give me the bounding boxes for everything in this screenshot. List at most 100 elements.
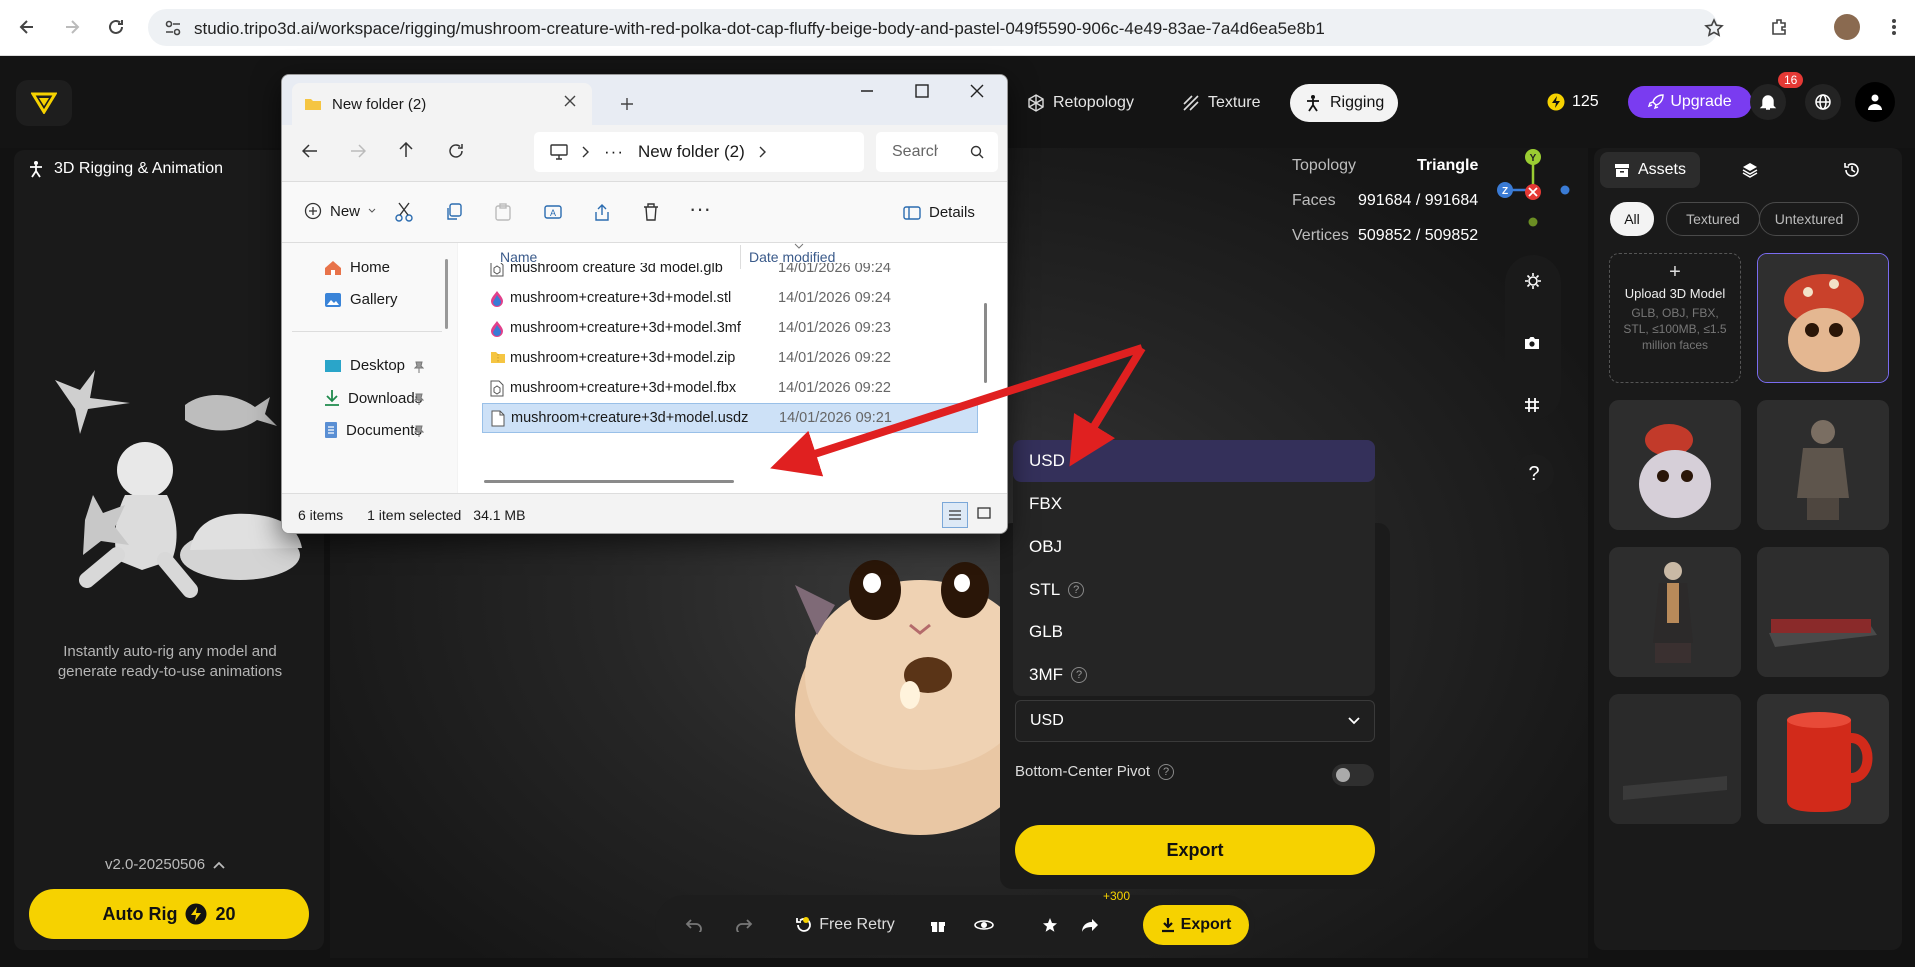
- user-avatar-icon[interactable]: [1855, 82, 1895, 122]
- share-icon[interactable]: [1075, 895, 1105, 955]
- copy-icon[interactable]: [445, 203, 463, 221]
- tripo-logo[interactable]: [16, 80, 72, 126]
- sidebar-item-desktop[interactable]: Desktop: [324, 357, 405, 374]
- asset-thumbnail[interactable]: [1757, 400, 1889, 530]
- format-option-usd[interactable]: USD: [1013, 440, 1375, 482]
- format-option-3mf[interactable]: 3MF?: [1013, 654, 1375, 696]
- back-icon[interactable]: [12, 12, 42, 42]
- pin-icon[interactable]: [414, 425, 424, 437]
- globe-icon[interactable]: [1805, 84, 1841, 120]
- asset-thumbnail[interactable]: [1757, 547, 1889, 677]
- tab-texture[interactable]: Texture: [1168, 84, 1274, 122]
- format-option-glb[interactable]: GLB: [1013, 611, 1375, 653]
- tab-assets[interactable]: Assets: [1600, 152, 1700, 188]
- list-scrollbar[interactable]: [984, 303, 987, 383]
- notification-bell-icon[interactable]: [1750, 84, 1786, 120]
- export-button[interactable]: Export: [1015, 825, 1375, 875]
- gift-icon[interactable]: [923, 895, 953, 955]
- explorer-search[interactable]: Search: [876, 132, 998, 172]
- close-window-icon[interactable]: [970, 84, 984, 98]
- filter-untextured[interactable]: Untextured: [1759, 202, 1859, 236]
- tab-layers[interactable]: [1720, 152, 1780, 188]
- credits-counter[interactable]: 125: [1547, 84, 1599, 120]
- format-option-stl[interactable]: STL?: [1013, 569, 1375, 611]
- tiles-view-icon[interactable]: [977, 507, 991, 519]
- undo-icon[interactable]: [679, 895, 709, 955]
- filter-textured[interactable]: Textured: [1666, 202, 1760, 236]
- axis-gizmo[interactable]: Y Z: [1495, 148, 1570, 228]
- list-item-selected[interactable]: mushroom+creature+3d+model.usdz 14/01/20…: [482, 403, 978, 433]
- up-arrow-icon[interactable]: [398, 142, 414, 158]
- list-item[interactable]: mushroom+creature+3d+model.zip 14/01/202…: [482, 343, 978, 373]
- sidebar-item-documents[interactable]: Documents: [324, 421, 422, 439]
- pivot-toggle[interactable]: [1332, 764, 1374, 786]
- close-tab-icon[interactable]: [564, 95, 576, 107]
- more-path-icon[interactable]: ···: [604, 142, 624, 162]
- help-circle-icon[interactable]: ?: [1071, 667, 1087, 683]
- upgrade-button[interactable]: Upgrade: [1628, 86, 1752, 118]
- back-arrow-icon[interactable]: [302, 143, 318, 159]
- asset-thumbnail[interactable]: [1609, 547, 1741, 677]
- url-text[interactable]: studio.tripo3d.ai/workspace/rigging/mush…: [194, 19, 1325, 39]
- site-settings-icon[interactable]: [164, 19, 182, 37]
- help-circle-icon[interactable]: ?: [1158, 763, 1175, 780]
- format-option-fbx[interactable]: FBX: [1013, 483, 1375, 525]
- camera-icon[interactable]: [1524, 335, 1540, 351]
- list-item[interactable]: mushroom+creature+3d+model.fbx 14/01/202…: [482, 373, 978, 403]
- pin-icon[interactable]: [414, 361, 424, 373]
- list-item[interactable]: mushroom+creature+3d+model.stl 14/01/202…: [482, 283, 978, 313]
- sidebar-item-gallery[interactable]: Gallery: [324, 291, 398, 308]
- auto-rig-button[interactable]: Auto Rig 20: [29, 889, 309, 939]
- reload-icon[interactable]: [101, 12, 131, 42]
- address-bar[interactable]: studio.tripo3d.ai/workspace/rigging/mush…: [148, 9, 1724, 46]
- asset-thumbnail[interactable]: [1757, 694, 1889, 824]
- asset-thumbnail[interactable]: [1609, 694, 1741, 824]
- help-circle-icon[interactable]: ?: [1068, 582, 1085, 598]
- new-button[interactable]: New: [304, 202, 376, 220]
- star-icon[interactable]: [1035, 895, 1065, 955]
- asset-thumbnail[interactable]: [1757, 253, 1889, 383]
- tab-rigging[interactable]: Rigging: [1290, 84, 1399, 122]
- cut-icon[interactable]: [395, 202, 413, 222]
- details-button[interactable]: Details: [903, 204, 975, 221]
- version-selector[interactable]: v2.0-20250506: [105, 856, 225, 873]
- asset-thumbnail[interactable]: [1609, 400, 1741, 530]
- tab-retopology[interactable]: Retopology: [1013, 84, 1148, 122]
- upload-3d-model[interactable]: + Upload 3D Model GLB, OBJ, FBX, STL, ≤1…: [1609, 253, 1741, 383]
- paste-icon[interactable]: [494, 203, 512, 221]
- grid-icon[interactable]: [1524, 397, 1540, 413]
- maximize-icon[interactable]: [915, 84, 929, 98]
- profile-avatar[interactable]: [1834, 14, 1860, 40]
- sidebar-item-downloads[interactable]: Downloads: [324, 389, 422, 407]
- forward-icon[interactable]: [57, 12, 87, 42]
- ar-view-icon[interactable]: [969, 895, 999, 955]
- lighting-icon[interactable]: [1524, 272, 1542, 290]
- sidebar-item-home[interactable]: Home: [324, 259, 390, 276]
- rename-icon[interactable]: A: [544, 203, 562, 221]
- help-icon[interactable]: ?: [1514, 454, 1554, 494]
- more-options-icon[interactable]: ···: [689, 196, 711, 222]
- extensions-icon[interactable]: [1764, 12, 1794, 42]
- delete-icon[interactable]: [643, 203, 659, 221]
- sidebar-scrollbar[interactable]: [445, 259, 448, 329]
- share-icon[interactable]: [593, 203, 611, 221]
- explorer-tab[interactable]: New folder (2): [292, 83, 592, 125]
- list-item[interactable]: mushroom+creature+3d+model.3mf 14/01/202…: [482, 313, 978, 343]
- details-view-icon[interactable]: [942, 502, 968, 528]
- free-retry-button[interactable]: Free Retry: [790, 895, 900, 955]
- tab-history[interactable]: [1822, 152, 1882, 188]
- pin-icon[interactable]: [414, 393, 424, 405]
- minimize-icon[interactable]: [860, 89, 874, 93]
- format-option-obj[interactable]: OBJ: [1013, 526, 1375, 568]
- redo-icon[interactable]: [729, 895, 759, 955]
- refresh-icon[interactable]: [448, 143, 464, 159]
- list-item[interactable]: mushroom creature 3d model.glb 14/01/202…: [482, 263, 978, 283]
- address-path[interactable]: ··· New folder (2): [534, 132, 864, 172]
- format-select[interactable]: USD: [1015, 700, 1375, 742]
- filter-all[interactable]: All: [1610, 202, 1654, 236]
- new-tab-icon[interactable]: [620, 97, 634, 111]
- bookmark-star-icon[interactable]: [1704, 18, 1724, 38]
- forward-arrow-icon[interactable]: [350, 143, 366, 159]
- horizontal-scrollbar[interactable]: [484, 480, 734, 483]
- browser-menu-icon[interactable]: [1879, 12, 1909, 42]
